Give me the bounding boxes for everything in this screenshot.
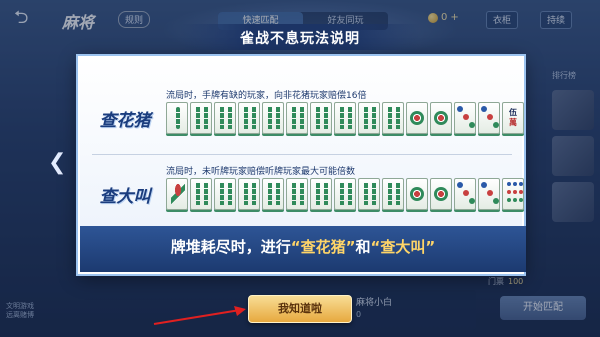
bamboo-tile-icon <box>190 178 212 210</box>
section-divider <box>92 154 512 155</box>
bamboo-tile-icon <box>238 178 260 210</box>
modal-title: 雀战不息玩法说明 <box>240 31 360 47</box>
bamboo-tile-icon <box>190 102 212 134</box>
bamboo-tile-icon <box>358 102 380 134</box>
dot-tile-icon <box>430 102 452 134</box>
chevron-left-icon[interactable]: ❮ <box>48 150 66 175</box>
dot-tile-icon <box>478 102 500 134</box>
bamboo-tile-icon <box>262 178 284 210</box>
bamboo-tile-icon <box>382 102 404 134</box>
confirm-button[interactable]: 我知道啦 <box>248 295 352 323</box>
bamboo-tile-icon <box>286 178 308 210</box>
bamboo-tile-icon <box>286 102 308 134</box>
rule-description: 流局时，手牌有缺的玩家，向非花猪玩家赔偿16倍 <box>166 91 367 101</box>
bamboo-tile-icon <box>334 102 356 134</box>
bamboo-tile-icon <box>382 178 404 210</box>
dot-tile-icon <box>454 178 476 210</box>
bamboo-tile-icon <box>310 102 332 134</box>
dot-tile-icon <box>502 178 524 210</box>
annotation-arrow <box>153 306 246 325</box>
bamboo-tile-icon <box>310 178 332 210</box>
dot-tile-icon <box>478 178 500 210</box>
rules-dialog: 流局时，手牌有缺的玩家，向非花猪玩家赔偿16倍 查花猪 伍 萬 流局时，未听牌玩 <box>78 56 526 274</box>
bamboo-tile-icon <box>214 102 236 134</box>
bamboo-tile-icon <box>334 178 356 210</box>
rule-label: 查花猪 <box>99 111 151 131</box>
bamboo-tile-icon <box>166 102 188 134</box>
bamboo-tile-icon <box>358 178 380 210</box>
dot-tile-icon <box>406 102 428 134</box>
character-tile-icon: 伍 萬 <box>502 102 524 134</box>
tile-row: 伍 萬 <box>166 102 524 134</box>
bird-tile-icon <box>166 178 188 210</box>
dot-tile-icon <box>430 178 452 210</box>
bamboo-tile-icon <box>238 102 260 134</box>
tip-text: 牌堆耗尽时，进行“查花猪”和“查大叫” <box>170 238 436 256</box>
dot-tile-icon <box>406 178 428 210</box>
bamboo-tile-icon <box>214 178 236 210</box>
rule-description: 流局时，未听牌玩家赔偿听牌玩家最大可能倍数 <box>166 167 356 177</box>
tile-row <box>166 178 524 210</box>
dot-tile-icon <box>454 102 476 134</box>
bamboo-tile-icon <box>262 102 284 134</box>
rule-label: 查大叫 <box>99 187 151 207</box>
